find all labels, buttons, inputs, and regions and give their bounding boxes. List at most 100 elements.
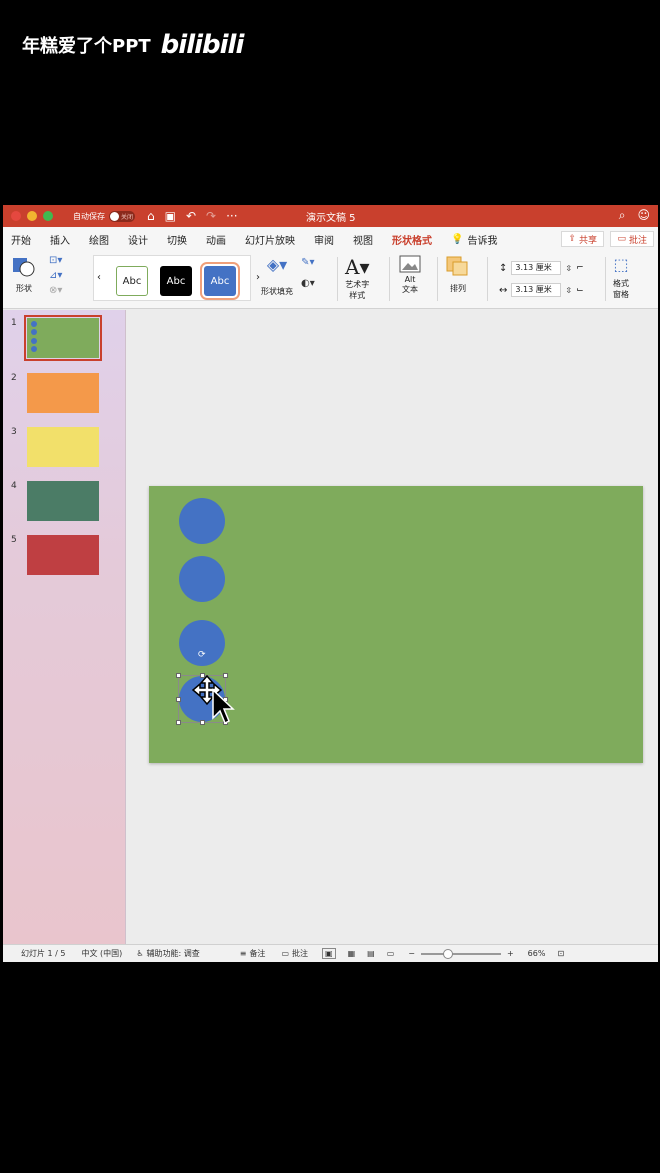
alt-text-label-1: Alt xyxy=(404,275,416,284)
more-icon[interactable]: ··· xyxy=(226,209,237,223)
rotate-handle-icon[interactable]: ⟳ xyxy=(198,650,206,660)
tab-draw[interactable]: 绘图 xyxy=(89,232,109,247)
shape-outline-icon[interactable]: ✎▾ xyxy=(301,257,314,268)
tab-shape-format[interactable]: 形状格式 xyxy=(392,232,432,253)
tell-me[interactable]: 💡 告诉我 xyxy=(451,232,497,247)
zoom-in-icon[interactable]: + xyxy=(507,949,514,958)
shape-height-field[interactable]: 3.13 厘米 xyxy=(511,261,562,275)
tab-design[interactable]: 设计 xyxy=(128,232,148,247)
normal-view-icon[interactable]: ▣ xyxy=(322,948,336,959)
blue-circle-shape[interactable]: ⟳ xyxy=(179,620,225,666)
slide-thumbnail-3[interactable] xyxy=(27,427,99,467)
slideshow-icon[interactable]: ▭ xyxy=(387,949,395,958)
tab-transitions[interactable]: 切换 xyxy=(167,232,187,247)
arrange-button[interactable]: 排列 xyxy=(445,255,471,294)
width-stepper-icon[interactable]: ⇳ xyxy=(565,286,572,295)
ribbon-divider xyxy=(605,257,606,301)
slide-number: 5 xyxy=(11,535,17,545)
undo-icon[interactable]: ↶ xyxy=(186,209,196,223)
ribbon-divider xyxy=(337,257,338,301)
slide-thumbnail-2[interactable] xyxy=(27,373,99,413)
group-icon[interactable]: ⊗▾ xyxy=(49,285,62,296)
shape-width-field[interactable]: 3.13 厘米 xyxy=(511,283,562,297)
search-icon[interactable]: ⌕ xyxy=(619,208,626,223)
arrange-icon xyxy=(446,256,468,276)
fit-to-window-icon[interactable]: ⊡ xyxy=(557,949,564,958)
shape-styles-gallery: ‹ Abc Abc Abc › xyxy=(93,255,260,301)
height-stepper-icon[interactable]: ⇳ xyxy=(565,264,572,273)
format-pane-button[interactable]: ⬚ 格式 窗格 xyxy=(613,255,629,300)
redo-icon[interactable]: ↷ xyxy=(206,209,216,223)
move-cursor-icon xyxy=(191,674,235,725)
status-comments-button[interactable]: 批注 xyxy=(292,948,308,959)
tab-view[interactable]: 视图 xyxy=(353,232,373,247)
ribbon-toolbar: 形状 ⊡▾ ⊿▾ ⊗▾ ‹ Abc Abc Abc › ◈▾ 形状填充 ✎▾ ◐… xyxy=(3,251,658,309)
slide-canvas[interactable]: ⟳ xyxy=(149,486,643,763)
share-button[interactable]: ⇪ 共享 xyxy=(561,231,604,247)
ribbon-divider xyxy=(389,257,390,301)
accessibility-status[interactable]: 辅助功能: 调查 xyxy=(146,948,199,959)
zoom-slider-thumb[interactable] xyxy=(442,948,453,959)
slide-sorter-icon[interactable]: ▦ xyxy=(348,949,356,958)
wordart-label-1: 艺术字 xyxy=(345,280,370,289)
zoom-out-icon[interactable]: − xyxy=(408,949,415,958)
mini-circle xyxy=(31,321,37,327)
notes-button[interactable]: 备注 xyxy=(249,948,265,959)
resize-handle[interactable] xyxy=(176,673,181,678)
text-box-icon[interactable]: ⊿▾ xyxy=(49,270,62,281)
tab-animations[interactable]: 动画 xyxy=(206,232,226,247)
home-icon[interactable]: ⌂ xyxy=(147,209,155,223)
style-outline[interactable]: Abc xyxy=(116,266,148,296)
edit-shape-icon[interactable]: ⊡▾ xyxy=(49,255,62,266)
shape-effects-icon[interactable]: ◐▾ xyxy=(301,278,315,289)
wordart-icon: A▾ xyxy=(345,255,370,279)
autosave-state: 关闭 xyxy=(121,213,134,221)
gallery-next-icon[interactable]: › xyxy=(256,272,260,283)
close-window-button[interactable] xyxy=(11,211,21,221)
slide-canvas-area: ⟳ xyxy=(127,310,658,944)
maximize-window-button[interactable] xyxy=(43,211,53,221)
document-title: 演示文稿 5 xyxy=(306,213,356,224)
language-indicator: 中文 (中国) xyxy=(81,949,123,958)
height-icon: ↕ xyxy=(499,262,508,274)
tab-insert[interactable]: 插入 xyxy=(50,232,70,247)
paint-bucket-icon: ◈▾ xyxy=(266,255,288,274)
zoom-level[interactable]: 66% xyxy=(528,949,546,958)
resize-handle[interactable] xyxy=(176,697,181,702)
tab-home[interactable]: 开始 xyxy=(11,232,31,247)
tab-review[interactable]: 审阅 xyxy=(314,232,334,247)
image-icon xyxy=(399,255,421,273)
slide-number: 1 xyxy=(11,318,17,328)
share-label: 共享 xyxy=(578,235,597,246)
reading-view-icon[interactable]: ▤ xyxy=(367,949,375,958)
status-bar: 幻灯片 1 / 5 中文 (中国) ♿ 辅助功能: 调查 ≡ 备注 ▭ 批注 ▣… xyxy=(3,944,658,962)
alt-text-button[interactable]: Alt 文本 xyxy=(399,255,421,295)
slide-thumbnail-4[interactable] xyxy=(27,481,99,521)
shape-fill-button[interactable]: ◈▾ 形状填充 xyxy=(261,255,293,297)
lock-aspect-icon[interactable]: ⌐ xyxy=(576,263,584,273)
wordart-styles-button[interactable]: A▾ 艺术字 样式 xyxy=(345,255,369,301)
blue-circle-shape[interactable] xyxy=(179,556,225,602)
gallery-prev-icon[interactable]: ‹ xyxy=(97,272,101,283)
shape-icon xyxy=(13,258,35,277)
zoom-slider[interactable] xyxy=(420,948,501,959)
resize-handle[interactable] xyxy=(176,720,181,725)
account-icon[interactable]: ☺ xyxy=(637,208,650,223)
title-bar: 自动保存 关闭 ⌂ ▣ ↶ ↷ ··· 演示文稿 5 ⌕ ☺ xyxy=(3,205,658,227)
minimize-window-button[interactable] xyxy=(27,211,37,221)
insert-shape-button[interactable]: 形状 xyxy=(11,255,37,294)
powerpoint-window: 自动保存 关闭 ⌂ ▣ ↶ ↷ ··· 演示文稿 5 ⌕ ☺ 开始 插入 绘图 … xyxy=(3,205,658,962)
tab-slideshow[interactable]: 幻灯片放映 xyxy=(245,232,295,247)
comment-icon: ▭ xyxy=(617,234,626,244)
style-blue-selected[interactable]: Abc xyxy=(200,262,240,300)
accessibility-icon[interactable]: ♿ xyxy=(136,949,143,958)
comments-button[interactable]: ▭ 批注 xyxy=(610,231,654,247)
autosave-toggle[interactable]: 关闭 xyxy=(109,210,135,222)
blue-circle-shape[interactable] xyxy=(179,498,225,544)
style-black[interactable]: Abc xyxy=(160,266,192,296)
save-icon[interactable]: ▣ xyxy=(165,209,176,223)
slide-thumbnail-5[interactable] xyxy=(27,535,99,575)
slide-thumbnail-1[interactable] xyxy=(24,315,102,361)
autosave-control[interactable]: 自动保存 关闭 xyxy=(73,210,135,222)
style-outline-label: Abc xyxy=(122,275,142,287)
